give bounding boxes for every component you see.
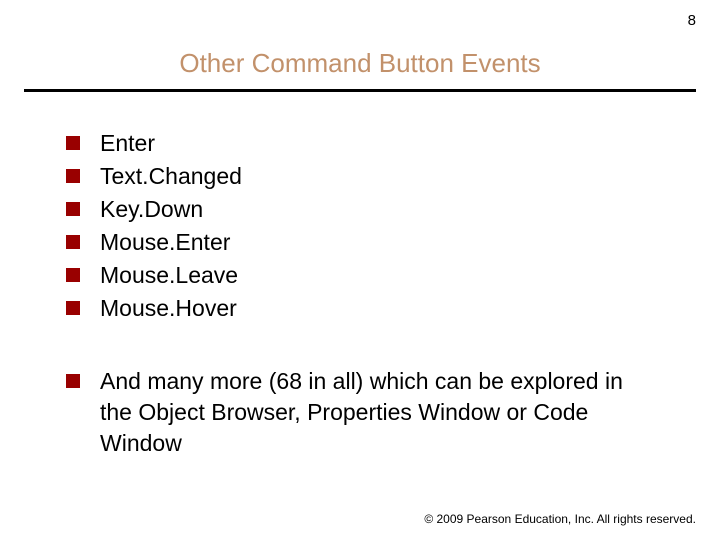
page-number: 8 [688, 12, 696, 29]
list-item: Mouse.Enter [66, 227, 660, 258]
copyright-footer: © 2009 Pearson Education, Inc. All right… [424, 512, 696, 526]
list-item: Text.Changed [66, 161, 660, 192]
list-item: Mouse.Leave [66, 260, 660, 291]
slide-title: Other Command Button Events [0, 0, 720, 89]
list-item: Key.Down [66, 194, 660, 225]
title-divider [24, 89, 696, 92]
list-item: Mouse.Hover [66, 293, 660, 324]
slide-content: Enter Text.Changed Key.Down Mouse.Enter … [0, 128, 720, 459]
bullet-list-1: Enter Text.Changed Key.Down Mouse.Enter … [66, 128, 660, 324]
list-item: Enter [66, 128, 660, 159]
bullet-list-2: And many more (68 in all) which can be e… [66, 366, 660, 459]
list-item: And many more (68 in all) which can be e… [66, 366, 660, 459]
